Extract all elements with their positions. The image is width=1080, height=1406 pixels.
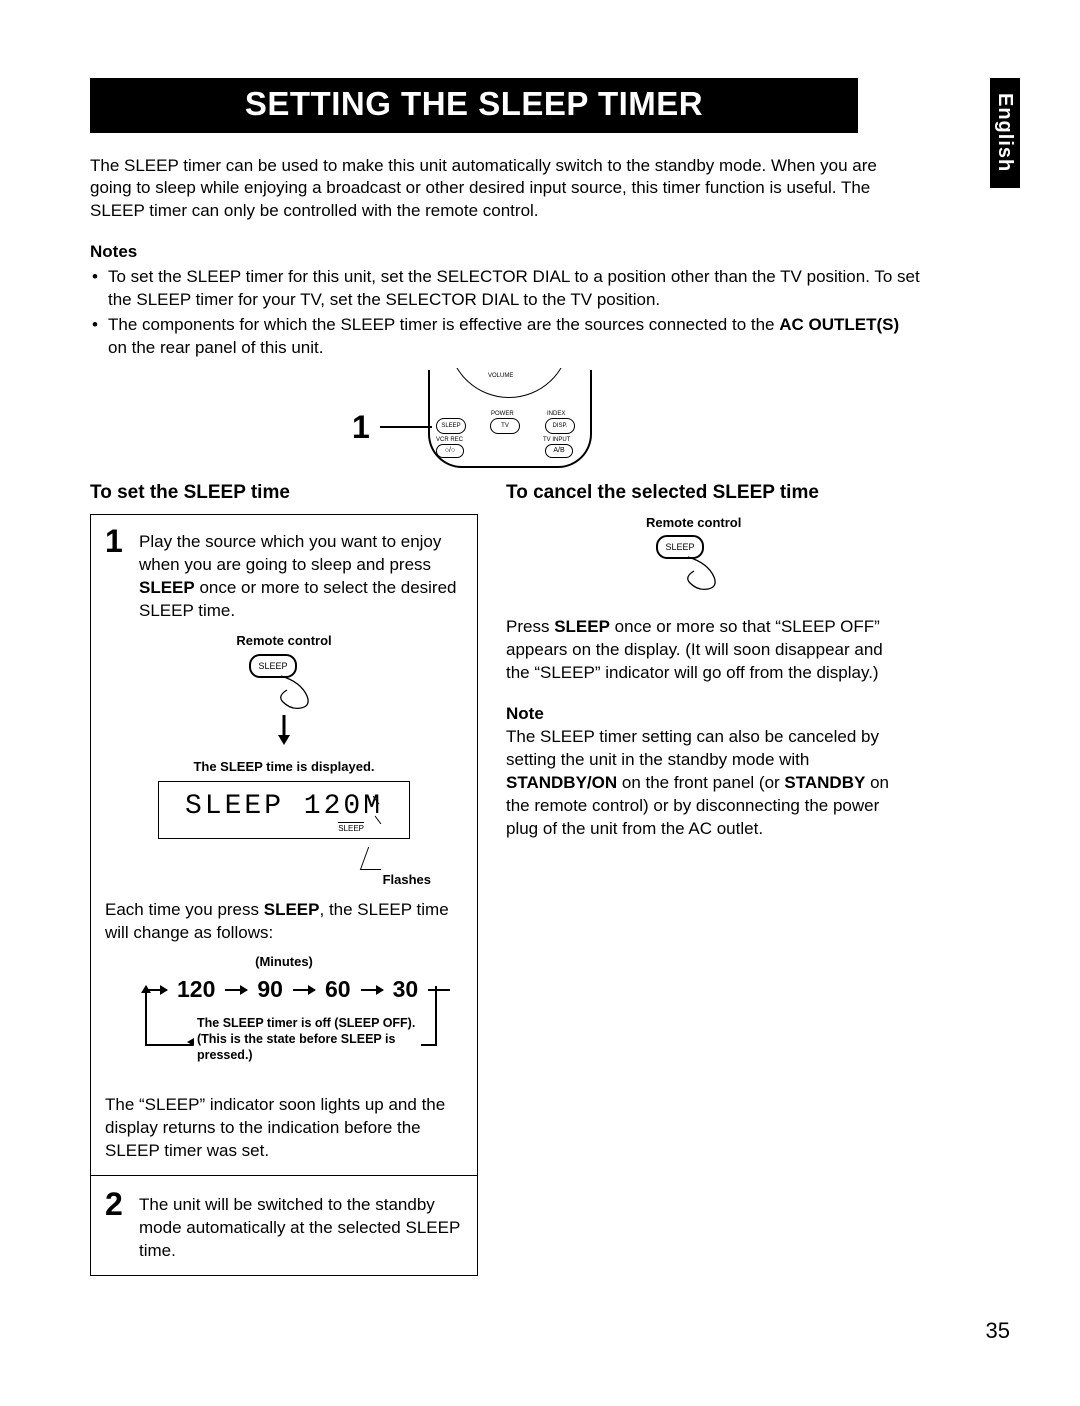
tick-marks — [373, 796, 383, 824]
after-cycle-text: The “SLEEP” indicator soon lights up and… — [105, 1094, 463, 1163]
cancel-note-b: on the front panel (or — [617, 773, 784, 792]
remote-label-tv-input: TV INPUT — [543, 436, 570, 444]
note-item: The components for which the SLEEP timer… — [108, 314, 920, 360]
remote-diagram-top: 1 VOLUME SLEEP POWER TV INDEX DISP. VCR … — [380, 370, 630, 470]
sleep-off-box: The SLEEP timer is off (SLEEP OFF). (Thi… — [193, 1012, 421, 1067]
remote-control-label: Remote control — [105, 632, 463, 650]
cycle-intro-a: Each time you press — [105, 900, 264, 919]
note-header: Note — [506, 703, 894, 726]
remote-label-power: POWER — [491, 410, 514, 418]
sleep-button-diagram: SLEEP — [249, 654, 319, 709]
step-text: The unit will be switched to the standby… — [139, 1188, 463, 1263]
divider — [91, 1175, 477, 1176]
display-indicator: SLEEP — [338, 822, 364, 835]
cancel-note-bold1: STANDBY/ON — [506, 773, 617, 792]
cancel-body: Press SLEEP once or more so that “SLEEP … — [506, 616, 894, 685]
instruction-box: 1 Play the source which you want to enjo… — [90, 514, 478, 1276]
intro-paragraph: The SLEEP timer can be used to make this… — [90, 155, 920, 224]
remote-label-vcr-rec: VCR REC — [436, 436, 463, 444]
remote-ab-button: A/B — [545, 444, 573, 458]
cancel-note: The SLEEP timer setting can also be canc… — [506, 726, 894, 841]
note-item-bold: AC OUTLET(S) — [779, 315, 899, 334]
sleep-button-diagram: SLEEP — [656, 535, 726, 590]
display-text: SLEEP 120M — [159, 782, 409, 826]
step-2: 2 The unit will be switched to the stand… — [105, 1188, 463, 1263]
cancel-body-a: Press — [506, 617, 554, 636]
diagram-step-number: 1 — [352, 406, 370, 449]
remote-rec-button: ○/○ — [436, 444, 464, 458]
language-tab: English — [990, 78, 1020, 188]
left-column: To set the SLEEP time 1 Play the source … — [90, 480, 478, 1276]
display-panel: SLEEP 120M SLEEP — [158, 781, 410, 839]
step-text-a: Play the source which you want to enjoy … — [139, 532, 441, 574]
remote-sleep-button: SLEEP — [436, 418, 466, 434]
cancel-note-a: The SLEEP timer setting can also be canc… — [506, 727, 879, 769]
press-hand-icon — [662, 545, 722, 591]
remote-label-index: INDEX — [547, 410, 565, 418]
cycle-intro-bold: SLEEP — [264, 900, 320, 919]
notes-list: To set the SLEEP timer for this unit, se… — [90, 266, 920, 360]
flashes-label: Flashes — [105, 871, 463, 889]
remote-control-label: Remote control — [506, 514, 894, 532]
step-number: 1 — [105, 525, 127, 623]
remote-tv-button: TV — [490, 418, 520, 434]
cycle-value: 120 — [177, 974, 215, 1005]
minutes-label: (Minutes) — [105, 953, 463, 971]
cycle-value: 60 — [325, 974, 351, 1005]
step-number: 2 — [105, 1188, 127, 1263]
remote-disp-button: DISP. — [545, 418, 575, 434]
cancel-body-bold: SLEEP — [554, 617, 610, 636]
section-header-set: To set the SLEEP time — [90, 480, 478, 506]
step-text-bold: SLEEP — [139, 578, 195, 597]
step-1: 1 Play the source which you want to enjo… — [105, 525, 463, 623]
notes-header: Notes — [90, 241, 920, 264]
note-item-text-b: on the rear panel of this unit. — [108, 338, 323, 357]
cycle-intro: Each time you press SLEEP, the SLEEP tim… — [105, 899, 463, 945]
diagram-leader-line — [380, 426, 432, 428]
note-item: To set the SLEEP timer for this unit, se… — [108, 266, 920, 312]
page-number: 35 — [986, 1316, 1010, 1346]
cycle-value: 30 — [393, 974, 419, 1005]
cancel-note-bold2: STANDBY — [784, 773, 865, 792]
note-item-text-a: The components for which the SLEEP timer… — [108, 315, 779, 334]
down-arrow-icon — [276, 715, 292, 752]
remote-label-volume: VOLUME — [488, 372, 513, 380]
right-column: To cancel the selected SLEEP time Remote… — [506, 480, 894, 1276]
cycle-diagram: 120 90 60 30 The SLEEP timer is off (SLE… — [105, 974, 463, 1094]
page-content: SETTING THE SLEEP TIMER The SLEEP timer … — [90, 78, 920, 1276]
press-hand-icon — [255, 664, 315, 710]
remote-outline: VOLUME SLEEP POWER TV INDEX DISP. VCR RE… — [428, 370, 592, 468]
page-title: SETTING THE SLEEP TIMER — [90, 78, 858, 133]
sleep-off-text: The SLEEP timer is off (SLEEP OFF). (Thi… — [197, 1016, 415, 1061]
section-header-cancel: To cancel the selected SLEEP time — [506, 480, 894, 506]
display-caption: The SLEEP time is displayed. — [105, 758, 463, 776]
cycle-value: 90 — [257, 974, 283, 1005]
step-text: Play the source which you want to enjoy … — [139, 525, 463, 623]
